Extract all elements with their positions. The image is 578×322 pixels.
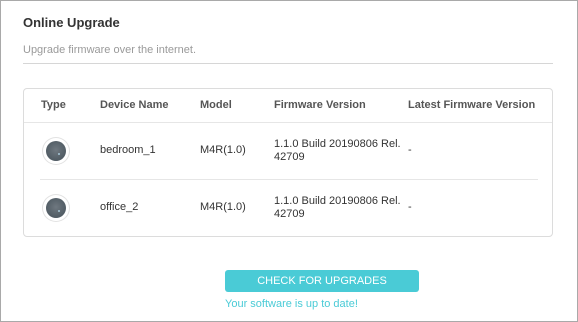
table-row: office_2 M4R(1.0) 1.1.0 Build 20190806 R… [24, 182, 552, 232]
deco-device-icon [43, 138, 69, 164]
firmware-version-cell: 1.1.0 Build 20190806 Rel. 42709 [274, 138, 401, 163]
online-upgrade-panel: Online Upgrade Upgrade firmware over the… [0, 0, 578, 322]
latest-firmware-version-cell: - [408, 201, 412, 213]
column-header-firmware-version: Firmware Version [274, 99, 366, 111]
column-header-model: Model [200, 99, 232, 111]
section-title: Online Upgrade [23, 15, 120, 30]
column-header-type: Type [41, 99, 66, 111]
model-cell: M4R(1.0) [200, 144, 246, 156]
column-header-device-name: Device Name [100, 99, 169, 111]
device-firmware-table: Type Device Name Model Firmware Version … [23, 88, 553, 237]
row-divider [40, 179, 538, 180]
upgrade-status-message: Your software is up to date! [225, 298, 358, 310]
device-name-cell: office_2 [100, 201, 139, 213]
device-name-cell: bedroom_1 [100, 144, 156, 156]
section-description: Upgrade firmware over the internet. [23, 44, 197, 56]
deco-device-icon [43, 195, 69, 221]
column-header-latest-firmware-version: Latest Firmware Version [408, 99, 536, 111]
header-divider [24, 122, 552, 123]
section-divider [23, 63, 553, 64]
model-cell: M4R(1.0) [200, 201, 246, 213]
latest-firmware-version-cell: - [408, 144, 412, 156]
firmware-version-cell: 1.1.0 Build 20190806 Rel. 42709 [274, 195, 401, 220]
table-row: bedroom_1 M4R(1.0) 1.1.0 Build 20190806 … [24, 125, 552, 175]
check-for-upgrades-button[interactable]: CHECK FOR UPGRADES [225, 270, 419, 292]
